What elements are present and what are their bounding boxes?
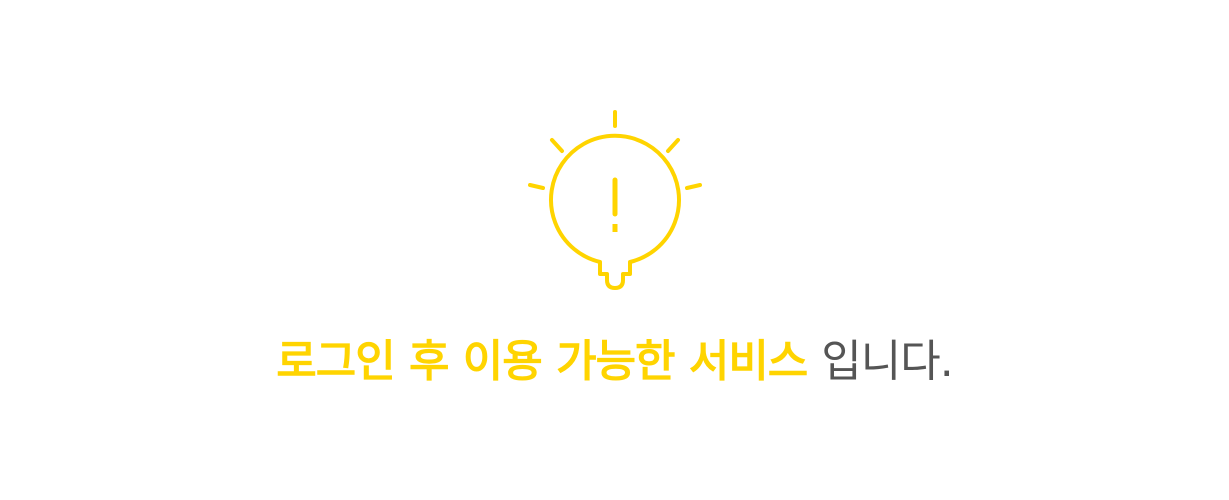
- login-required-message: 로그인 후 이용 가능한 서비스 입니다.: [0, 332, 1229, 392]
- ray-top-right: [666, 138, 680, 153]
- lightbulb-exclamation-icon: [528, 110, 702, 290]
- ray-right: [685, 183, 702, 190]
- ray-left: [528, 183, 545, 190]
- login-required-page: 로그인 후 이용 가능한 서비스 입니다.: [0, 0, 1229, 500]
- ray-top-left: [550, 138, 564, 153]
- message-highlight: 로그인 후 이용 가능한 서비스: [276, 336, 808, 387]
- exclamation-dot: [612, 224, 618, 232]
- message-rest: 입니다.: [821, 336, 953, 387]
